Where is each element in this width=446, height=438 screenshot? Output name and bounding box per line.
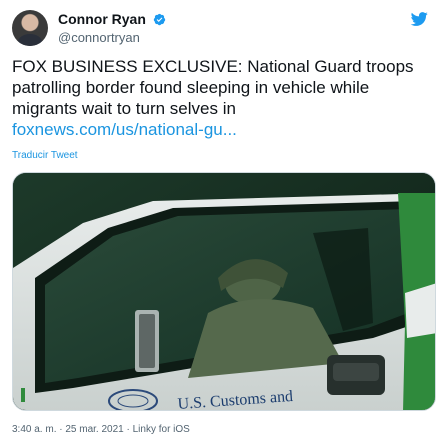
vehicle-photo: U.S. Customs and (13, 173, 435, 410)
tweet-header: Connor Ryan @connortryan (12, 8, 434, 48)
twitter-bird-icon[interactable] (410, 10, 428, 28)
tweet-body: FOX BUSINESS EXCLUSIVE: National Guard t… (12, 56, 432, 140)
tweet-meta[interactable]: 3:40 a. m. · 25 mar. 2021 · Linky for iO… (12, 424, 190, 435)
avatar[interactable] (12, 10, 48, 46)
author-handle[interactable]: @connortryan (58, 30, 166, 46)
verified-badge-icon (154, 14, 166, 26)
author-display-name[interactable]: Connor Ryan (58, 11, 146, 28)
tweet-text: FOX BUSINESS EXCLUSIVE: National Guard t… (12, 57, 414, 118)
translate-tweet-link[interactable]: Traducir Tweet (12, 150, 78, 161)
tweet-link[interactable]: foxnews.com/us/national-gu... (12, 119, 432, 140)
tweet-media-image[interactable]: U.S. Customs and (12, 172, 436, 411)
author-block[interactable]: Connor Ryan @connortryan (58, 11, 166, 46)
